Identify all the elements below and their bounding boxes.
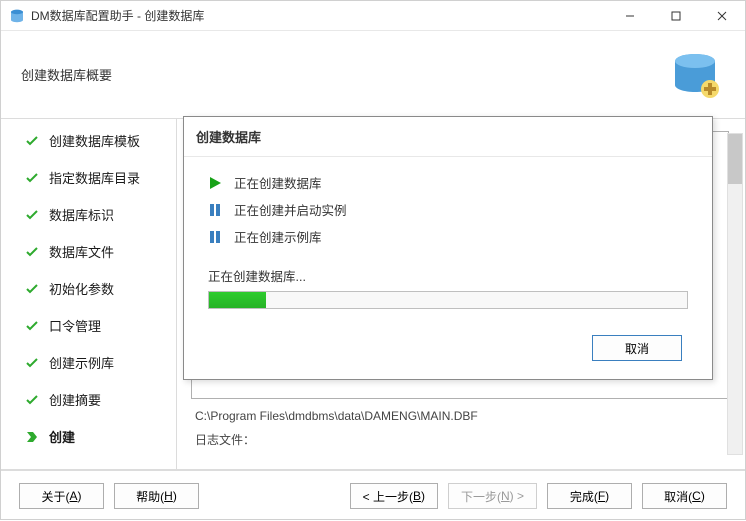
pause-icon xyxy=(208,203,226,217)
finish-button[interactable]: 完成(F) xyxy=(547,483,632,509)
sidebar-item-label: 数据库标识 xyxy=(49,205,114,224)
back-button[interactable]: < 上一步(B) xyxy=(350,483,438,509)
check-icon xyxy=(25,245,43,259)
sidebar-item-init-params: 初始化参数 xyxy=(25,279,162,298)
help-button[interactable]: 帮助(H) xyxy=(114,483,199,509)
arrow-right-icon xyxy=(25,430,43,444)
check-icon xyxy=(25,134,43,148)
sidebar-item-template: 创建数据库模板 xyxy=(25,131,162,150)
close-button[interactable] xyxy=(699,1,745,31)
progress-dialog: 创建数据库 正在创建数据库 正在创建并启动实例 正在创建示例库 正在创建数据库.… xyxy=(183,116,713,380)
pause-icon xyxy=(208,230,226,244)
dialog-body: 正在创建数据库 正在创建并启动实例 正在创建示例库 正在创建数据库... xyxy=(184,157,712,321)
sidebar-item-password: 口令管理 xyxy=(25,316,162,335)
check-icon xyxy=(25,171,43,185)
database-illustration-icon xyxy=(655,47,725,102)
step-label: 正在创建示例库 xyxy=(234,227,322,246)
scrollbar-thumb[interactable] xyxy=(728,134,742,184)
wizard-steps-sidebar: 创建数据库模板 指定数据库目录 数据库标识 数据库文件 初始化参数 口令管理 创… xyxy=(1,119,176,469)
dialog-footer: 取消 xyxy=(184,321,712,379)
check-icon xyxy=(25,319,43,333)
scrollbar-vertical[interactable] xyxy=(727,133,743,455)
sidebar-item-directory: 指定数据库目录 xyxy=(25,168,162,187)
play-icon xyxy=(208,176,226,190)
progress-step: 正在创建并启动实例 xyxy=(208,200,688,219)
sidebar-item-label: 口令管理 xyxy=(49,316,101,335)
window-controls xyxy=(607,1,745,31)
sidebar-item-label: 初始化参数 xyxy=(49,279,114,298)
sidebar-item-identity: 数据库标识 xyxy=(25,205,162,224)
progress-fill xyxy=(209,292,266,308)
sidebar-item-summary: 创建摘要 xyxy=(25,390,162,409)
check-icon xyxy=(25,282,43,296)
dialog-cancel-button[interactable]: 取消 xyxy=(592,335,682,361)
check-icon xyxy=(25,393,43,407)
progress-bar xyxy=(208,291,688,309)
step-label: 正在创建数据库 xyxy=(234,173,322,192)
sidebar-item-label: 创建摘要 xyxy=(49,390,101,409)
sidebar-item-label: 创建 xyxy=(49,427,75,446)
footer: 关于(A) 帮助(H) < 上一步(B) 下一步(N) > 完成(F) 取消(C… xyxy=(1,470,745,521)
status-text: 正在创建数据库... xyxy=(208,266,688,285)
sidebar-item-sample-db: 创建示例库 xyxy=(25,353,162,372)
step-label: 正在创建并启动实例 xyxy=(234,200,347,219)
titlebar: DM数据库配置助手 - 创建数据库 xyxy=(1,1,745,31)
check-icon xyxy=(25,208,43,222)
next-button: 下一步(N) > xyxy=(448,483,537,509)
subheader: 创建数据库概要 xyxy=(1,31,745,118)
file-path-text: C:\Program Files\dmdbms\data\DAMENG\MAIN… xyxy=(195,409,725,423)
log-file-label: 日志文件： xyxy=(195,431,725,448)
maximize-button[interactable] xyxy=(653,1,699,31)
about-button[interactable]: 关于(A) xyxy=(19,483,104,509)
sidebar-item-label: 创建示例库 xyxy=(49,353,114,372)
progress-step: 正在创建示例库 xyxy=(208,227,688,246)
sidebar-item-create: 创建 xyxy=(25,427,162,446)
minimize-button[interactable] xyxy=(607,1,653,31)
check-icon xyxy=(25,356,43,370)
sidebar-item-files: 数据库文件 xyxy=(25,242,162,261)
app-icon xyxy=(9,8,25,24)
sidebar-item-label: 数据库文件 xyxy=(49,242,114,261)
progress-step: 正在创建数据库 xyxy=(208,173,688,192)
window-title: DM数据库配置助手 - 创建数据库 xyxy=(31,7,204,24)
sidebar-item-label: 指定数据库目录 xyxy=(49,168,140,187)
page-title: 创建数据库概要 xyxy=(21,65,112,84)
dialog-title: 创建数据库 xyxy=(184,117,712,157)
cancel-button[interactable]: 取消(C) xyxy=(642,483,727,509)
sidebar-item-label: 创建数据库模板 xyxy=(49,131,140,150)
